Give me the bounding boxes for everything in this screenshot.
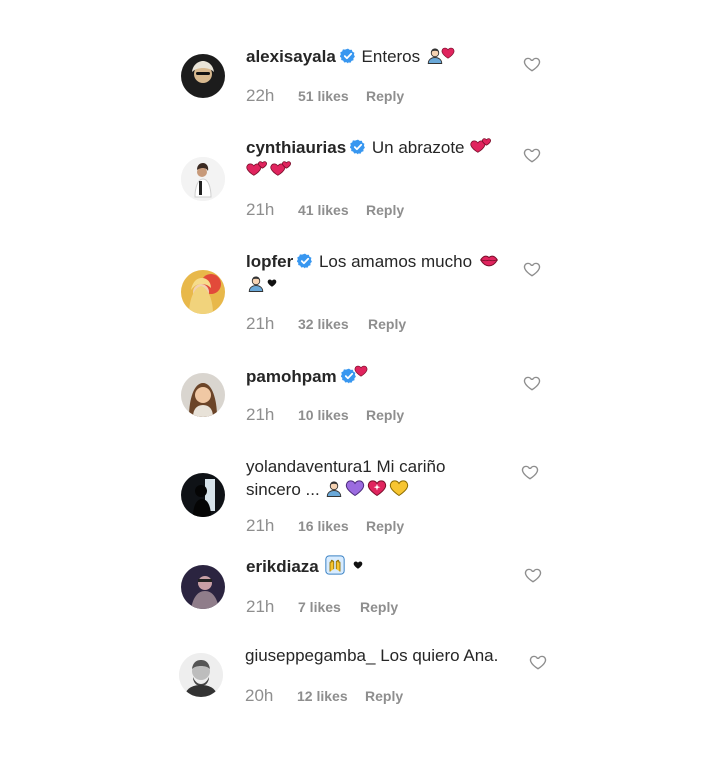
comment-text: Los amamos mucho bbox=[318, 252, 473, 271]
reply-button[interactable]: Reply bbox=[366, 202, 404, 218]
lips-emoji-icon bbox=[478, 250, 500, 270]
reply-button[interactable]: Reply bbox=[360, 599, 398, 615]
comment-meta: 22h 51 likes Reply bbox=[246, 86, 404, 106]
comment-text: sincero ... bbox=[246, 480, 320, 499]
comment-meta: 21h 10 likes Reply bbox=[246, 405, 404, 425]
like-heart-icon[interactable] bbox=[523, 374, 541, 392]
comment-likes[interactable]: 7 likes bbox=[298, 599, 360, 615]
reply-button[interactable]: Reply bbox=[366, 518, 404, 534]
comment-time[interactable]: 21h bbox=[246, 516, 298, 536]
comment-text-block: cynthiaurias Un abrazote bbox=[246, 136, 516, 182]
comment-meta: 21h 7 likes Reply bbox=[246, 597, 398, 617]
verified-badge-icon bbox=[340, 48, 356, 64]
comment-time[interactable]: 21h bbox=[246, 200, 298, 220]
yellow-heart-emoji-icon bbox=[389, 478, 409, 498]
verified-badge-icon bbox=[297, 253, 313, 269]
like-heart-icon[interactable] bbox=[521, 463, 539, 481]
comment-likes[interactable]: 10 likes bbox=[298, 407, 366, 423]
red-heart-emoji-icon bbox=[354, 364, 368, 378]
comment-text-block: giuseppegamba_ Los quiero Ana. bbox=[245, 644, 545, 667]
comment-username[interactable]: cynthiaurias bbox=[246, 138, 346, 157]
comment-meta: 21h 16 likes Reply bbox=[246, 516, 404, 536]
comment-text-block: lopfer Los amamos mucho bbox=[246, 250, 516, 296]
avatar[interactable] bbox=[181, 157, 225, 201]
comment-username[interactable]: giuseppegamba_ bbox=[245, 646, 375, 665]
comment-text-block: alexisayala Enteros bbox=[246, 45, 516, 68]
reply-button[interactable]: Reply bbox=[366, 88, 404, 104]
comment-time[interactable]: 21h bbox=[246, 405, 298, 425]
reply-button[interactable]: Reply bbox=[368, 316, 406, 332]
reply-button[interactable]: Reply bbox=[366, 407, 404, 423]
comment-likes[interactable]: 41 likes bbox=[298, 202, 366, 218]
like-heart-icon[interactable] bbox=[523, 55, 541, 73]
two-hearts-emoji-icon bbox=[246, 159, 268, 179]
comment-meta: 21h 32 likes Reply bbox=[246, 314, 406, 334]
comment-text-block: yolandaventura1 Mi cariño sincero ... bbox=[246, 455, 516, 501]
comment-username[interactable]: pamohpam bbox=[246, 367, 337, 386]
black-heart-emoji-icon bbox=[267, 278, 277, 288]
avatar[interactable] bbox=[181, 565, 225, 609]
avatar[interactable] bbox=[181, 373, 225, 417]
woman-emoji-icon bbox=[247, 275, 265, 293]
two-hearts-emoji-icon bbox=[470, 136, 492, 156]
comment-username[interactable]: erikdiaza bbox=[246, 557, 319, 576]
reply-button[interactable]: Reply bbox=[365, 688, 403, 704]
woman-emoji-icon bbox=[325, 480, 343, 498]
avatar[interactable] bbox=[181, 54, 225, 98]
comment-text-block: erikdiaza bbox=[246, 555, 516, 578]
comment-text: Los quiero Ana. bbox=[380, 646, 499, 665]
verified-badge-icon bbox=[350, 139, 366, 155]
comment-meta: 20h 12 likes Reply bbox=[245, 686, 403, 706]
comment-username[interactable]: alexisayala bbox=[246, 47, 336, 66]
comment-username[interactable]: lopfer bbox=[246, 252, 293, 271]
like-heart-icon[interactable] bbox=[523, 146, 541, 164]
sparkling-heart-emoji-icon bbox=[367, 478, 387, 498]
black-heart-emoji-icon bbox=[353, 560, 363, 570]
comment-time[interactable]: 20h bbox=[245, 686, 297, 706]
red-heart-emoji-icon bbox=[441, 46, 455, 60]
comment-likes[interactable]: 16 likes bbox=[298, 518, 366, 534]
comment-likes[interactable]: 12 likes bbox=[297, 688, 365, 704]
comment-likes[interactable]: 51 likes bbox=[298, 88, 366, 104]
comment-time[interactable]: 21h bbox=[246, 597, 298, 617]
like-heart-icon[interactable] bbox=[524, 566, 542, 584]
comment-text: Enteros bbox=[361, 47, 421, 66]
comment-username[interactable]: yolandaventura1 bbox=[246, 457, 372, 476]
like-heart-icon[interactable] bbox=[529, 653, 547, 671]
purple-heart-emoji-icon bbox=[345, 478, 365, 498]
avatar[interactable] bbox=[179, 653, 223, 697]
comment-time[interactable]: 21h bbox=[246, 314, 298, 334]
comment-text: Mi cariño bbox=[376, 457, 446, 476]
avatar[interactable] bbox=[181, 270, 225, 314]
comment-text: Un abrazote bbox=[371, 138, 465, 157]
raised-hands-emoji-icon bbox=[325, 555, 345, 575]
comment-time[interactable]: 22h bbox=[246, 86, 298, 106]
avatar[interactable] bbox=[181, 473, 225, 517]
two-hearts-emoji-icon bbox=[270, 159, 292, 179]
comment-meta: 21h 41 likes Reply bbox=[246, 200, 404, 220]
comment-likes[interactable]: 32 likes bbox=[298, 316, 368, 332]
like-heart-icon[interactable] bbox=[523, 260, 541, 278]
comment-text-block: pamohpam bbox=[246, 364, 516, 388]
